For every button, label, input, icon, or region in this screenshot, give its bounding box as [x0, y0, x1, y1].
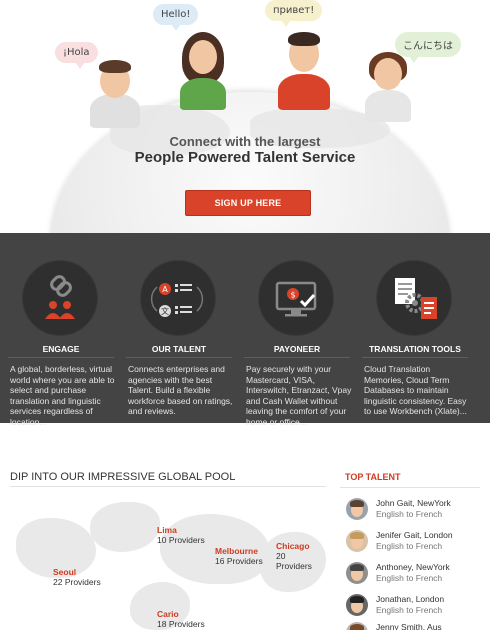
talent-name: Anthoney, NewYork	[376, 562, 450, 572]
talent-exchange-icon: A 文	[140, 260, 216, 336]
talent-language: English to French	[376, 573, 443, 583]
speech-bubble: Hello!	[153, 4, 199, 31]
document-gear-icon	[376, 260, 452, 336]
talent-list-item[interactable]: Jonathan, London English to French	[346, 592, 486, 620]
avatar	[346, 622, 368, 630]
feature-description: Pay securely with your Mastercard, VISA,…	[246, 364, 352, 427]
link-people-icon	[22, 260, 98, 336]
talent-name: Jonathan, London	[376, 594, 445, 604]
svg-text:$: $	[290, 291, 295, 300]
hero-subtitle: Connect with the largest	[169, 134, 321, 149]
city-providers: 16 Providers	[215, 556, 263, 566]
person-illustration	[365, 52, 411, 122]
city-marker-cario[interactable]: Cario 18 Providers	[157, 609, 205, 629]
features-band: ENGAGE A global, borderless, virtual wor…	[0, 233, 490, 427]
sign-up-button[interactable]: SIGN UP HERE	[185, 190, 311, 216]
city-marker-chicago[interactable]: Chicago 20 Providers	[276, 541, 316, 571]
city-providers: 20 Providers	[276, 551, 312, 571]
city-marker-melbourne[interactable]: Melbourne 16 Providers	[215, 546, 263, 566]
city-name: Melbourne	[215, 546, 258, 556]
speech-bubble: こんにちは	[395, 32, 461, 63]
talent-language: English to French	[376, 605, 443, 615]
feature-description: Cloud Translation Memories, Cloud Term D…	[364, 364, 467, 416]
talent-list-item[interactable]: Jenny Smith, Aus	[346, 620, 486, 630]
divider	[244, 357, 350, 358]
talent-list-item[interactable]: Jenifer Gait, London English to French	[346, 528, 486, 556]
svg-text:A: A	[162, 285, 168, 294]
city-providers: 18 Providers	[157, 619, 205, 629]
feature-engage[interactable]: ENGAGE A global, borderless, virtual wor…	[0, 233, 122, 427]
avatar	[346, 594, 368, 616]
avatar	[346, 562, 368, 584]
city-providers: 22 Providers	[53, 577, 101, 587]
city-name: Cario	[157, 609, 179, 619]
feature-title: OUR TALENT	[151, 344, 207, 354]
monitor-payment-icon: $	[258, 260, 334, 336]
feature-title: ENGAGE	[42, 344, 80, 354]
hero-title: People Powered Talent Service	[134, 149, 356, 166]
talent-name: Jenifer Gait, London	[376, 530, 453, 540]
global-pool-title: DIP INTO OUR IMPRESSIVE GLOBAL POOL	[10, 471, 236, 483]
feature-title: TRANSLATION TOOLS	[369, 344, 461, 354]
city-marker-lima[interactable]: Lima 10 Providers	[157, 525, 205, 545]
city-providers: 10 Providers	[157, 535, 205, 545]
talent-list-item[interactable]: Anthoney, NewYork English to French	[346, 560, 486, 588]
talent-language: English to French	[376, 541, 443, 551]
top-talent-title: TOP TALENT	[345, 472, 401, 482]
divider	[362, 357, 468, 358]
avatar	[346, 530, 368, 552]
person-illustration	[178, 30, 228, 110]
feature-title: PAYONEER	[273, 344, 321, 354]
talent-name: Jenny Smith, Aus	[376, 622, 442, 630]
feature-payoneer[interactable]: $ PAYONEER Pay securely with your Master…	[236, 233, 358, 427]
city-name: Chicago	[276, 541, 310, 551]
city-name: Seoul	[53, 567, 77, 577]
speech-bubble: ¡Hola	[55, 42, 98, 69]
svg-text:文: 文	[161, 306, 169, 316]
speech-bubble: привет!	[265, 0, 323, 27]
city-marker-seoul[interactable]: Seoul 22 Providers	[53, 567, 101, 587]
divider	[340, 487, 480, 488]
feature-translation-tools[interactable]: TRANSLATION TOOLS Cloud Translation Memo…	[354, 233, 476, 423]
divider	[10, 486, 326, 487]
avatar	[346, 498, 368, 520]
hero-section: ¡Hola Hello! привет! こんにちは Connect with …	[0, 0, 490, 233]
person-illustration	[90, 58, 140, 128]
continent-shape	[90, 502, 160, 552]
feature-description: Connects enterprises and agencies with t…	[128, 364, 233, 416]
person-illustration	[278, 30, 330, 110]
feature-description: A global, borderless, virtual world wher…	[10, 364, 115, 427]
divider	[8, 357, 114, 358]
talent-list-item[interactable]: John Gait, NewYork English to French	[346, 496, 486, 524]
world-map: Lima 10 Providers Melbourne 16 Providers…	[10, 492, 326, 630]
talent-name: John Gait, NewYork	[376, 498, 451, 508]
divider	[126, 357, 232, 358]
feature-our-talent[interactable]: A 文 OUR TALENT Connects enterprises and …	[118, 233, 240, 423]
talent-language: English to French	[376, 509, 443, 519]
city-name: Lima	[157, 525, 177, 535]
